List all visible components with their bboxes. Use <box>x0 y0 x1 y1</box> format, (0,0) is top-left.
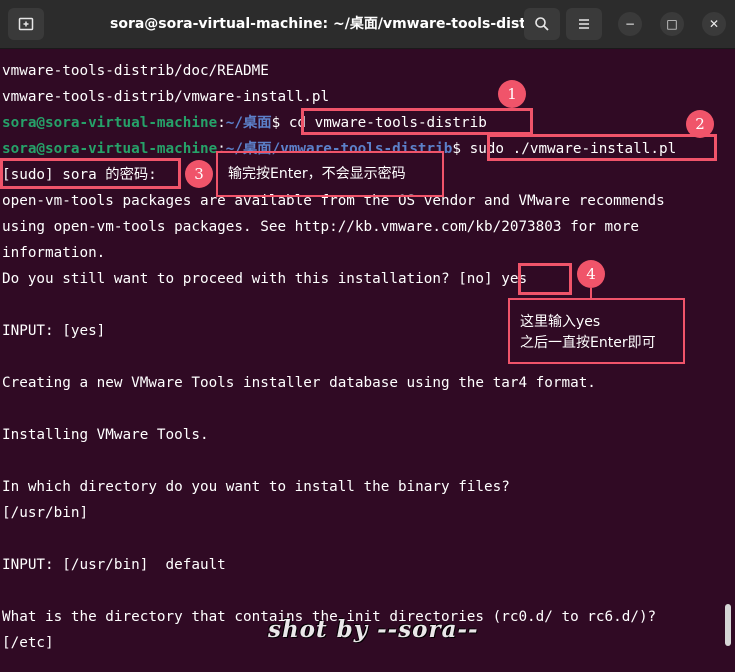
highlight-install-command <box>487 134 717 161</box>
prompt-dollar: $ <box>271 115 281 131</box>
prompt-path: ~/桌面 <box>225 115 272 131</box>
new-tab-button[interactable] <box>8 8 44 40</box>
step-badge-2: 2 <box>686 110 714 138</box>
terminal-line: In which directory do you want to instal… <box>2 479 510 495</box>
highlight-cd-command <box>301 108 533 135</box>
close-icon: ✕ <box>708 17 720 31</box>
minimize-button[interactable]: − <box>618 12 642 36</box>
new-tab-icon <box>18 17 34 31</box>
terminal-line: [/etc] <box>2 635 54 651</box>
note-yes-line2: 之后一直按Enter即可 <box>520 335 656 351</box>
hamburger-menu-icon <box>579 19 589 29</box>
terminal-line: INPUT: [/usr/bin] default <box>2 557 226 573</box>
maximize-button[interactable]: □ <box>660 12 684 36</box>
watermark: shot by --sora-- <box>268 616 479 643</box>
note-yes: 这里输入yes 之后一直按Enter即可 <box>508 298 685 364</box>
maximize-icon: □ <box>666 17 678 31</box>
terminal-scrollbar[interactable] <box>725 604 731 646</box>
terminal-line: using open-vm-tools packages. See http:/… <box>2 219 639 235</box>
step-badge-3: 3 <box>185 160 213 188</box>
note-password-text: 输完按Enter，不会显示密码 <box>228 166 406 182</box>
terminal-line: Creating a new VMware Tools installer da… <box>2 375 596 391</box>
step-badge-1: 1 <box>498 80 526 108</box>
search-icon <box>535 17 549 31</box>
minimize-icon: − <box>624 17 636 31</box>
prompt-dollar: $ <box>452 141 461 157</box>
search-button[interactable] <box>524 8 560 40</box>
terminal-line: INPUT: [yes] <box>2 323 106 339</box>
menu-button[interactable] <box>566 8 602 40</box>
prompt-separator: : <box>217 115 226 131</box>
terminal-line: Installing VMware Tools. <box>2 427 209 443</box>
terminal-line: vmware-tools-distrib/vmware-install.pl <box>2 89 330 105</box>
window-title: sora@sora-virtual-machine: ~/桌面/vmware-t… <box>110 16 530 32</box>
title-bar: sora@sora-virtual-machine: ~/桌面/vmware-t… <box>0 0 735 49</box>
close-button[interactable]: ✕ <box>702 12 726 36</box>
terminal-line: Do you still want to proceed with this i… <box>2 271 528 287</box>
step-badge-4: 4 <box>577 260 605 288</box>
note-yes-line1: 这里输入yes <box>520 314 601 330</box>
prompt-user: sora@sora-virtual-machine <box>2 141 218 157</box>
prompt-user: sora@sora-virtual-machine <box>2 115 218 131</box>
terminal-line: vmware-tools-distrib/doc/README <box>2 63 269 79</box>
terminal-line: information. <box>2 245 106 261</box>
highlight-yes-input <box>518 263 572 295</box>
note-password: 输完按Enter，不会显示密码 <box>216 151 444 197</box>
terminal-line: [/usr/bin] <box>2 505 89 521</box>
highlight-sudo-prompt <box>0 158 181 189</box>
